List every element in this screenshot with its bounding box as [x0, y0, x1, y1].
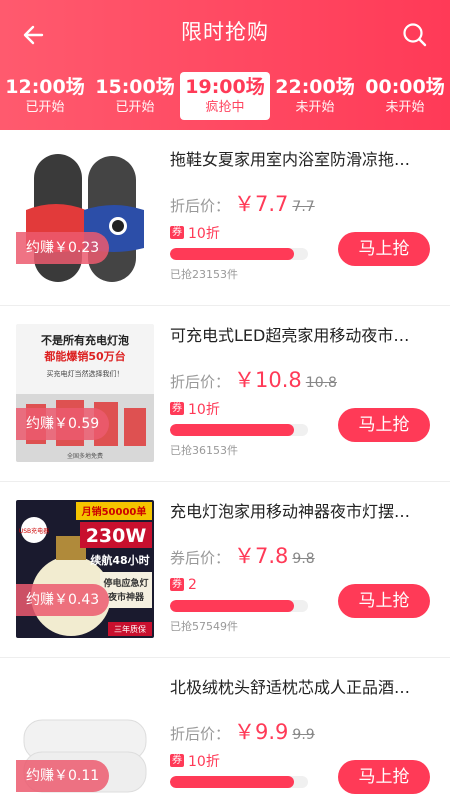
list-item[interactable]: 约赚￥0.23 拖鞋女夏家用室内浴室防滑凉拖… 折后价： ￥7.7 7.7 券 10折… [0, 130, 450, 306]
sold-progress-fill [170, 248, 295, 260]
tab-1200[interactable]: 12:00场 已开始 [0, 70, 90, 122]
image-caption-7: USB充电器 [19, 527, 49, 535]
sold-count: 已抢57549件 [170, 620, 238, 633]
image-caption-2: 230W [86, 525, 147, 547]
earn-badge: 约赚￥0.59 [16, 408, 110, 440]
image-caption-1: 不是所有充电灯泡 [41, 333, 129, 347]
product-list: 约赚￥0.23 拖鞋女夏家用室内浴室防滑凉拖… 折后价： ￥7.7 7.7 券 10折… [0, 130, 450, 800]
coupon-value: 2 [188, 576, 197, 593]
tab-time: 22:00场 [275, 76, 355, 98]
coupon-tag: 券 [170, 578, 184, 591]
price-label: 折后价： [170, 197, 231, 215]
buy-now-button[interactable]: 马上抢 [338, 408, 430, 442]
old-price: 10.8 [305, 375, 337, 391]
header: 限时抢购 12:00场 已开始 15:00场 已开始 19:00场 疯抢中 22… [0, 0, 450, 130]
nav-bar: 限时抢购 [0, 0, 450, 66]
session-tabs: 12:00场 已开始 15:00场 已开始 19:00场 疯抢中 22:00场 … [0, 70, 450, 122]
list-item[interactable]: 约赚￥0.11 北极绒枕头舒适枕芯成人正品酒… 折后价： ￥9.9 9.9 券 10折… [0, 658, 450, 800]
buy-now-button[interactable]: 马上抢 [338, 584, 430, 618]
tab-0000[interactable]: 00:00场 未开始 [360, 70, 450, 122]
image-caption-3: 续航48小时 [90, 553, 149, 567]
tab-1500[interactable]: 15:00场 已开始 [90, 70, 180, 122]
image-caption-2: 都能爆销50万台 [43, 349, 125, 363]
tab-2200[interactable]: 22:00场 未开始 [270, 70, 360, 122]
image-caption-1: 月销50000单 [81, 505, 147, 518]
tab-time: 19:00场 [185, 76, 265, 98]
image-caption-4: 全国多地免费 [67, 452, 103, 460]
price-label: 券后价： [170, 549, 231, 567]
price-label: 折后价： [170, 373, 231, 391]
coupon-row: 券 10折 [170, 750, 220, 770]
price: ￥7.7 [234, 192, 289, 216]
product-name[interactable]: 北极绒枕头舒适枕芯成人正品酒… [170, 674, 432, 698]
coupon-value: 10折 [188, 401, 220, 418]
sold-count: 已抢23153件 [170, 268, 238, 281]
sold-progress-bar [170, 248, 308, 260]
buy-now-button[interactable]: 马上抢 [338, 232, 430, 266]
coupon-row: 券 10折 [170, 398, 220, 418]
old-price: 9.8 [292, 551, 315, 567]
tab-status: 未开始 [385, 100, 425, 115]
coupon-tag: 券 [170, 402, 184, 415]
coupon-row: 券 10折 [170, 222, 220, 242]
image-caption-3: 买充电灯当然选择我们！ [47, 369, 124, 378]
list-item[interactable]: 不是所有充电灯泡 都能爆销50万台 买充电灯当然选择我们！ 全国多地免费 约赚￥… [0, 306, 450, 482]
buy-now-button[interactable]: 马上抢 [338, 760, 430, 794]
tab-status: 已开始 [25, 100, 65, 115]
product-image-rechargeable-bulb[interactable]: 月销50000单 230W 续航48小时 停电应急灯 夜市神器 三年质保 USB… [16, 500, 154, 638]
old-price: 7.7 [292, 199, 315, 215]
coupon-tag: 券 [170, 226, 184, 239]
price-label: 折后价： [170, 725, 231, 743]
product-name[interactable]: 可充电式LED超亮家用移动夜市… [170, 322, 432, 346]
sold-progress-bar [170, 600, 308, 612]
sold-progress-fill [170, 776, 295, 788]
tab-time: 12:00场 [5, 76, 85, 98]
product-name[interactable]: 拖鞋女夏家用室内浴室防滑凉拖… [170, 146, 432, 170]
sold-progress-fill [170, 600, 295, 612]
product-image-slippers[interactable] [16, 148, 154, 286]
image-caption-6: 三年质保 [114, 624, 146, 634]
earn-badge: 约赚￥0.43 [16, 584, 110, 616]
product-name[interactable]: 充电灯泡家用移动神器夜市灯摆… [170, 498, 432, 522]
sold-progress-fill [170, 424, 295, 436]
sold-progress-bar [170, 424, 308, 436]
tab-time: 00:00场 [365, 76, 445, 98]
price-row: 折后价： ￥9.9 9.9 [170, 716, 315, 746]
price: ￥9.9 [234, 720, 289, 744]
coupon-value: 10折 [188, 753, 220, 770]
tab-status: 已开始 [115, 100, 155, 115]
price-row: 折后价： ￥10.8 10.8 [170, 364, 337, 394]
sold-progress-bar [170, 776, 308, 788]
tab-status: 未开始 [295, 100, 335, 115]
tab-time: 15:00场 [95, 76, 175, 98]
price: ￥7.8 [234, 544, 289, 568]
search-icon[interactable] [398, 18, 432, 52]
price: ￥10.8 [234, 368, 302, 392]
coupon-tag: 券 [170, 754, 184, 767]
old-price: 9.9 [292, 727, 315, 743]
image-caption-5: 夜市神器 [107, 591, 145, 603]
price-row: 折后价： ￥7.7 7.7 [170, 188, 315, 218]
tab-status: 疯抢中 [205, 100, 245, 115]
sold-count: 已抢36153件 [170, 444, 238, 457]
product-image-led-bulb[interactable]: 不是所有充电灯泡 都能爆销50万台 买充电灯当然选择我们！ 全国多地免费 [16, 324, 154, 462]
earn-badge: 约赚￥0.11 [16, 760, 110, 792]
price-row: 券后价： ￥7.8 9.8 [170, 540, 315, 570]
page-title: 限时抢购 [181, 20, 269, 44]
coupon-row: 券2 [170, 574, 197, 593]
image-caption-4: 停电应急灯 [103, 577, 148, 589]
earn-badge: 约赚￥0.23 [16, 232, 110, 264]
list-item[interactable]: 月销50000单 230W 续航48小时 停电应急灯 夜市神器 三年质保 USB… [0, 482, 450, 658]
tab-1900[interactable]: 19:00场 疯抢中 [180, 70, 270, 122]
coupon-value: 10折 [188, 225, 220, 242]
